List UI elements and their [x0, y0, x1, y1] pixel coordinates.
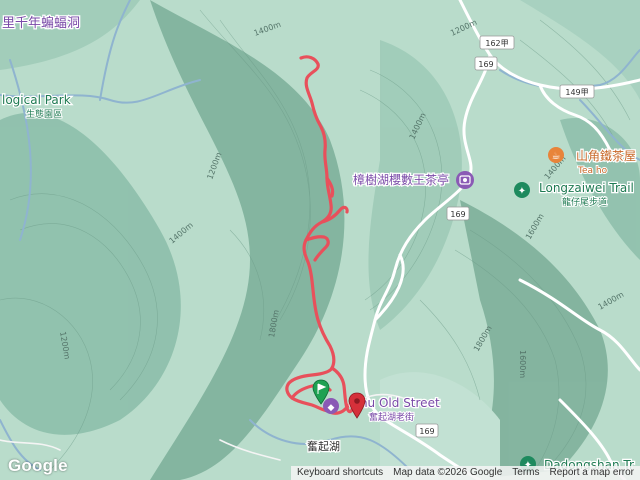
poi-label-longzaiwei: Longzaiwei Trail — [539, 181, 634, 195]
report-map-error-link[interactable]: Report a map error — [550, 466, 634, 480]
map-data-text: Map data ©2026 Google — [393, 467, 503, 478]
road-label-162a: 162甲 — [485, 39, 508, 48]
road-label-169-middle: 169 — [450, 210, 465, 219]
shopping-icon: ◆ — [328, 403, 335, 413]
poi-label-tea-house: 樟樹湖櫻數王茶亭 — [353, 172, 449, 187]
attribution-bar: Keyboard shortcuts Map data ©2026 Google… — [290, 466, 640, 480]
keyboard-shortcuts-link[interactable]: Keyboard shortcuts — [297, 466, 383, 480]
poi-sublabel-tea-house: Tea ho — [577, 166, 608, 176]
poi-sublabel-longzaiwei: 龍仔尾步道 — [562, 196, 607, 208]
cup-icon: ☕ — [552, 151, 561, 162]
road-label-149a: 149甲 — [565, 88, 588, 97]
map-canvas[interactable]: 162甲 169 149甲 169 169 1400m 1200m 1200m … — [0, 0, 640, 480]
poi-sublabel-old-street: 奮起湖老街 — [369, 411, 414, 423]
hiker-icon: ✦ — [518, 186, 526, 197]
road-label-169-south: 169 — [419, 427, 434, 436]
poi-label-bat-cave: 里千年蝙蝠洞 — [2, 15, 80, 31]
road-label-169-north: 169 — [478, 60, 493, 69]
contour-label: 1600m — [518, 350, 527, 378]
place-label-fenqihu: 奮起湖 — [307, 439, 340, 453]
terms-link[interactable]: Terms — [512, 466, 539, 480]
poi-label-ecological-park: logical Park — [2, 93, 71, 107]
google-logo: Google — [8, 456, 68, 475]
poi-label-shanjiao-tea: 山角鐵茶屋 — [576, 148, 636, 163]
poi-sublabel-ecological-park: 生態園區 — [26, 108, 62, 120]
